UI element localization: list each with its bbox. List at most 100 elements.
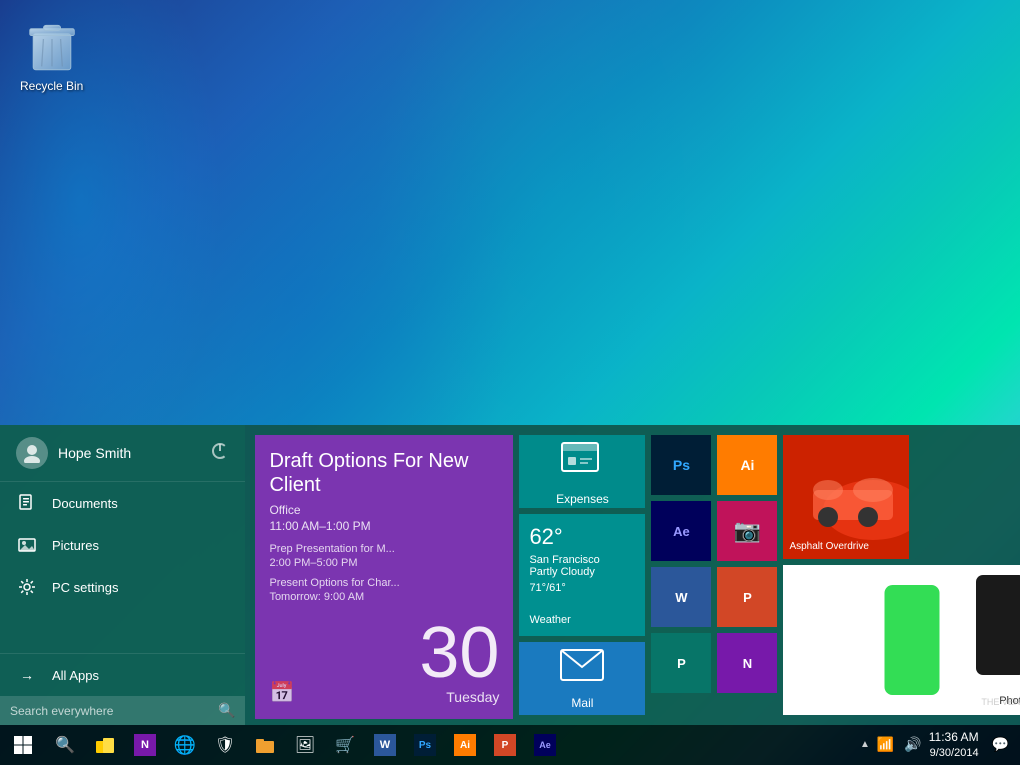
black-phone — [976, 575, 1020, 675]
folder-icon — [255, 735, 275, 755]
user-section: Hope Smith — [0, 425, 245, 482]
settings-icon — [16, 576, 38, 598]
store-icon: 🛒 — [335, 735, 355, 755]
clock-time: 11:36 AM — [929, 730, 979, 746]
tiles-column-2: Expenses 62° San Francisco Partly Cloudy… — [519, 435, 645, 715]
pictures-label: Pictures — [52, 538, 99, 553]
tile-asphalt[interactable]: Asphalt Overdrive — [783, 435, 909, 559]
expenses-label: Expenses — [556, 492, 609, 506]
pictures-icon — [16, 534, 38, 556]
calendar-event-type: Office — [269, 503, 499, 517]
weather-label: Weather — [529, 614, 635, 626]
taskbar-ie[interactable]: 🌐 — [165, 725, 205, 765]
menu-item-settings[interactable]: PC settings — [0, 566, 245, 608]
tile-camera[interactable]: 📷 — [717, 501, 777, 561]
office-row-2: P N — [651, 633, 777, 693]
all-apps-icon: → — [16, 664, 38, 686]
taskbar-explorer[interactable] — [85, 725, 125, 765]
security-icon: 🛡 — [215, 735, 235, 755]
all-apps-label: All Apps — [52, 668, 99, 683]
mail-label: Mail — [571, 696, 593, 710]
recycle-bin[interactable]: Recycle Bin — [20, 15, 83, 93]
tiles-column-3: Ps Ai Ae 📷 W P P N — [651, 435, 777, 715]
notifications-icon[interactable]: 💬 — [989, 736, 1012, 753]
tiles-column-4: Asphalt Overdrive Photos THE VERGE — [783, 435, 1020, 715]
taskbar-folder[interactable] — [245, 725, 285, 765]
ps-taskbar-icon: Ps — [414, 734, 436, 756]
taskbar-word[interactable]: W — [365, 725, 405, 765]
taskbar-ppt[interactable]: P — [485, 725, 525, 765]
user-avatar — [16, 437, 48, 469]
taskbar: 🔍 N 🌐 🛡 🖼 — [0, 725, 1020, 765]
taskbar-ps[interactable]: Ps — [405, 725, 445, 765]
tile-mail[interactable]: Mail — [519, 642, 645, 715]
mail-icon — [560, 648, 604, 690]
power-icon — [211, 442, 229, 460]
asphalt-label: Asphalt Overdrive — [789, 541, 868, 553]
tile-powerpoint[interactable]: P — [717, 567, 777, 627]
calendar-date-day: Tuesday — [446, 689, 499, 705]
weather-temp: 62° — [529, 524, 635, 550]
taskbar-store[interactable]: 🛒 — [325, 725, 365, 765]
tile-expenses[interactable]: Expenses — [519, 435, 645, 508]
menu-item-pictures[interactable]: Pictures — [0, 524, 245, 566]
menu-item-all-apps[interactable]: → All Apps — [0, 653, 245, 696]
ppt-taskbar-icon: P — [494, 734, 516, 756]
tile-calendar[interactable]: Draft Options For New Client Office 11:0… — [255, 435, 513, 719]
left-panel: Hope Smith Documents — [0, 425, 245, 725]
calendar-event-title: Draft Options For New Client — [269, 449, 499, 497]
adobe-row-2: Ae 📷 — [651, 501, 777, 561]
volume-icon[interactable]: 🔊 — [901, 736, 924, 753]
desktop: Recycle Bin Hope Smith — [0, 0, 1020, 765]
taskbar-ai[interactable]: Ai — [445, 725, 485, 765]
calendar-event2-time: 2:00 PM–5:00 PM — [269, 557, 499, 569]
tile-publisher[interactable]: P — [651, 633, 711, 693]
recycle-bin-label: Recycle Bin — [20, 79, 83, 93]
tile-aftereffects[interactable]: Ae — [651, 501, 711, 561]
tile-weather[interactable]: 62° San Francisco Partly Cloudy 71°/61° … — [519, 514, 645, 636]
search-icon[interactable]: 🔍 — [218, 702, 235, 719]
weather-city: San Francisco — [529, 554, 635, 566]
word-taskbar-icon: W — [374, 734, 396, 756]
documents-label: Documents — [52, 496, 118, 511]
start-menu: Hope Smith Documents — [0, 425, 1020, 725]
explorer-icon — [95, 735, 115, 755]
phone-image — [885, 585, 940, 695]
taskbar-search[interactable]: 🔍 — [45, 725, 85, 765]
ae-taskbar-icon: Ae — [534, 734, 556, 756]
tile-photoshop[interactable]: Ps — [651, 435, 711, 495]
weather-range: 71°/61° — [529, 582, 635, 594]
tray-overflow-arrow[interactable]: ▲ — [860, 739, 870, 750]
watermark: THE VERGE — [981, 697, 1020, 707]
expenses-svg — [560, 437, 604, 477]
tile-illustrator[interactable]: Ai — [717, 435, 777, 495]
taskbar-security[interactable]: 🛡 — [205, 725, 245, 765]
search-box: 🔍 — [0, 696, 245, 725]
search-input[interactable] — [10, 704, 210, 718]
taskbar-onenote[interactable]: N — [125, 725, 165, 765]
user-info: Hope Smith — [16, 437, 131, 469]
weather-condition: Partly Cloudy — [529, 566, 635, 578]
menu-item-documents[interactable]: Documents — [0, 482, 245, 524]
documents-icon — [16, 492, 38, 514]
start-button[interactable] — [0, 725, 45, 765]
expenses-icon — [560, 437, 604, 486]
tile-word[interactable]: W — [651, 567, 711, 627]
power-button[interactable] — [211, 442, 229, 465]
network-icon[interactable]: 📶 — [874, 736, 897, 753]
calendar-icon: 📅 — [269, 680, 294, 705]
calendar-event3: Present Options for Char... — [269, 577, 499, 589]
system-tray: ▲ 📶 🔊 11:36 AM 9/30/2014 💬 — [860, 730, 1020, 760]
office-row-1: W P — [651, 567, 777, 627]
calendar-event-time: 11:00 AM–1:00 PM — [269, 519, 499, 533]
windows-logo — [13, 735, 33, 755]
clock[interactable]: 11:36 AM 9/30/2014 — [929, 730, 985, 760]
taskbar-ae[interactable]: Ae — [525, 725, 565, 765]
calendar-event3-time: Tomorrow: 9:00 AM — [269, 591, 499, 603]
adobe-row-1: Ps Ai — [651, 435, 777, 495]
tile-onenote[interactable]: N — [717, 633, 777, 693]
ie-icon: 🌐 — [174, 735, 196, 756]
taskbar-photos[interactable]: 🖼 — [285, 725, 325, 765]
tile-photos[interactable]: Photos THE VERGE — [783, 565, 1020, 715]
ai-taskbar-icon: Ai — [454, 734, 476, 756]
